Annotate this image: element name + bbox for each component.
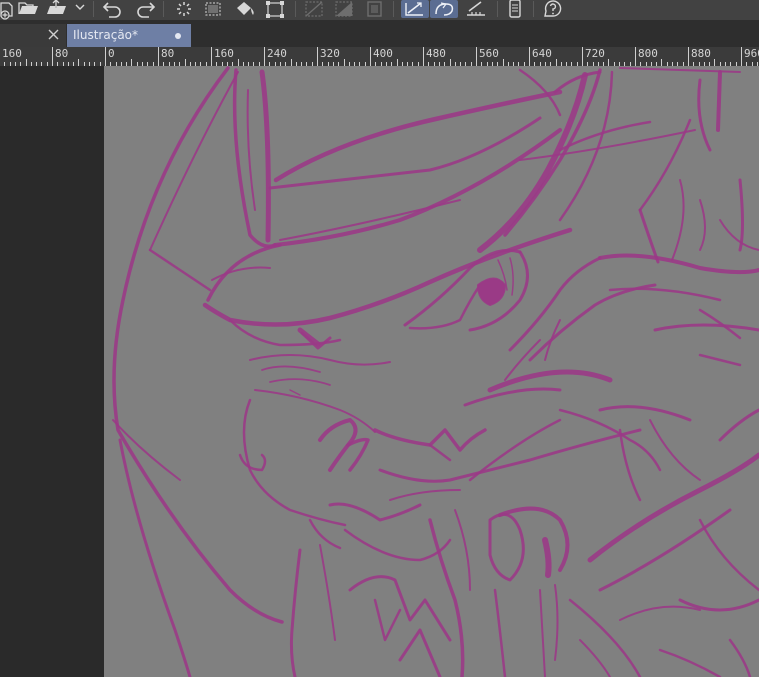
ruler-label: 240 [267,47,287,60]
ruler-label: 960 [744,47,759,60]
ruler-label: 0 [108,47,115,60]
close-icon[interactable] [46,27,62,43]
ruler-label: 640 [532,47,552,60]
ruler-label: 480 [426,47,446,60]
tab-active-document[interactable]: Ilustração* [67,24,191,47]
drawing-canvas[interactable] [104,66,759,677]
toolbar-separator [533,1,534,17]
ruler-label: 800 [638,47,658,60]
ruler-label: 80 [161,47,175,60]
ruler-label: 720 [585,47,605,60]
ruler-label: 400 [373,47,393,60]
ruler-label: 560 [479,47,499,60]
left-pasteboard [0,66,104,677]
snap-curve-icon[interactable] [430,0,458,18]
command-bar [0,0,759,20]
export-icon[interactable] [45,0,69,18]
invert-icon[interactable] [333,0,357,18]
ruler-label: 80 [55,47,69,60]
redo-icon[interactable] [133,0,157,18]
mobile-icon[interactable] [505,0,525,18]
ruler-edit-icon[interactable] [463,0,489,18]
sketch-artwork [112,66,759,677]
toolbar-separator [393,1,394,17]
help-icon[interactable] [542,0,564,18]
select-all-icon[interactable] [203,0,225,18]
ruler-label: 160 [214,47,234,60]
undo-icon[interactable] [101,0,125,18]
transform-icon[interactable] [264,0,286,18]
ruler-label: 320 [320,47,340,60]
processing-icon[interactable] [172,0,196,18]
toolbar-separator [93,1,94,17]
new-icon[interactable] [0,0,14,20]
fill-icon[interactable] [232,0,258,18]
document-tab-bar: Ilustração* [0,20,759,47]
toolbar-separator [163,1,164,17]
snap-ruler-icon[interactable] [401,0,429,18]
ruler-label: 880 [691,47,711,60]
tab-title: Ilustração* [73,28,139,42]
tab-previous-document[interactable] [0,24,66,47]
dropdown-icon[interactable] [73,0,87,18]
open-icon[interactable] [17,0,41,18]
unsaved-indicator-icon [175,33,181,39]
toolbar-separator [295,1,296,17]
ruler-label: 160 [2,47,22,60]
deselect-icon[interactable] [303,0,327,18]
horizontal-ruler[interactable]: 160 80 0 80 160 240 320 400 480 560 640 720 800 880 96… [0,47,759,66]
canvas-size-icon[interactable] [363,0,387,18]
toolbar-separator [497,1,498,17]
